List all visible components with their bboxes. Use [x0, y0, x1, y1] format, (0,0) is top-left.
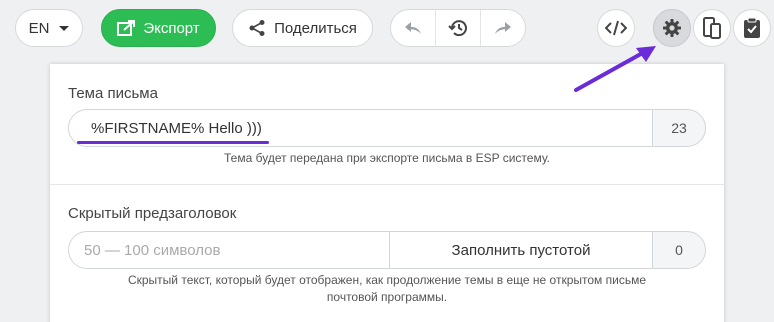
undo-button[interactable] [391, 10, 435, 46]
clipboard-button[interactable] [733, 9, 771, 47]
export-label: Экспорт [143, 19, 200, 37]
annotation-arrow [574, 46, 656, 92]
subject-label: Тема письма [68, 85, 158, 102]
share-button[interactable]: Поделиться [232, 9, 373, 47]
preheader-hint-line1: Скрытый текст, который будет отображен, … [127, 273, 647, 287]
subject-hint: Тема будет передана при экспорте письма … [224, 151, 550, 165]
redo-button[interactable] [480, 10, 525, 46]
fill-empty-button[interactable]: Заполнить пустотой [389, 231, 653, 269]
share-label: Поделиться [274, 19, 357, 37]
section-divider [50, 184, 724, 185]
gear-icon [663, 19, 681, 37]
export-button[interactable]: Экспорт [101, 9, 216, 47]
preheader-input[interactable]: 50 — 100 символов [68, 231, 390, 269]
undo-icon [405, 22, 421, 34]
email-settings-panel: Тема письма %FIRSTNAME% Hello ))) 23 Тем… [50, 64, 724, 322]
history-icon [448, 20, 467, 37]
history-button[interactable] [435, 10, 480, 46]
preheader-label: Скрытый предзаголовок [68, 205, 237, 222]
code-icon [605, 20, 627, 36]
preheader-hint-line2: почтовой программы. [326, 290, 448, 304]
preheader-placeholder: 50 — 100 символов [84, 241, 221, 259]
subject-value: %FIRSTNAME% Hello ))) [91, 119, 262, 137]
redo-icon [495, 22, 511, 34]
mobile-icon [703, 17, 721, 39]
preheader-char-count: 0 [652, 231, 706, 269]
subject-char-count: 23 [652, 109, 706, 147]
share-icon [249, 20, 265, 36]
caret-down-icon [59, 25, 70, 31]
annotation-underline [77, 141, 269, 144]
export-icon [117, 20, 136, 36]
language-label: EN [28, 19, 50, 37]
mobile-preview-button[interactable] [693, 9, 731, 47]
history-controls [390, 9, 526, 47]
clipboard-check-icon [744, 17, 760, 38]
language-dropdown[interactable]: EN [15, 9, 83, 47]
